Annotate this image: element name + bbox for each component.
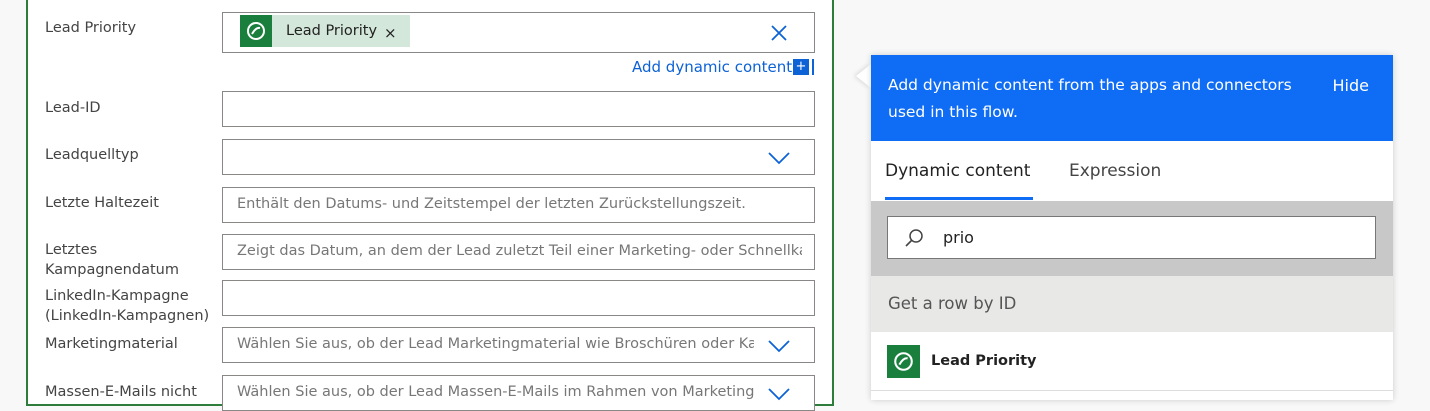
search-input[interactable]: prio <box>887 216 1376 259</box>
field-placeholder: Wählen Sie aus, ob der Lead Marketingmat… <box>237 336 754 352</box>
field-label-linkedin-kampagne: LinkedIn-Kampagne (LinkedIn-Kampagnen) <box>45 286 209 326</box>
panel-header: Add dynamic content from the apps and co… <box>871 55 1393 141</box>
dataverse-icon <box>887 345 920 378</box>
label-line: Letztes <box>45 242 98 258</box>
search-value: prio <box>943 228 974 247</box>
marketingmaterial-select[interactable]: Wählen Sie aus, ob der Lead Marketingmat… <box>222 327 815 363</box>
field-label-leadquelltyp: Leadquelltyp <box>45 147 139 163</box>
chevron-down-icon[interactable] <box>768 151 790 165</box>
field-placeholder: Enthält den Datums- und Zeitstempel der … <box>237 196 746 212</box>
tab-expression[interactable]: Expression <box>1069 161 1161 181</box>
token-label: Lead Priority <box>286 23 378 39</box>
label-line: (LinkedIn-Kampagnen) <box>45 308 210 324</box>
lead-id-input[interactable] <box>222 91 815 127</box>
clear-icon[interactable] <box>770 24 788 42</box>
field-label-letzte-haltezeit: Letzte Haltezeit <box>45 195 159 211</box>
field-placeholder: Zeigt das Datum, an dem der Lead zuletzt… <box>237 243 802 259</box>
field-label-letztes-kampagnendatum: Letztes Kampagnendatum <box>45 240 179 280</box>
add-dynamic-content-link[interactable]: Add dynamic content <box>632 58 792 76</box>
search-icon <box>905 229 923 247</box>
letzte-haltezeit-input[interactable]: Enthält den Datums- und Zeitstempel der … <box>222 187 815 223</box>
dynamic-content-panel: Add dynamic content from the apps and co… <box>871 55 1393 400</box>
dynamic-token[interactable]: Lead Priority × <box>240 15 410 47</box>
panel-pointer <box>856 64 871 88</box>
panel-header-text: Add dynamic content from the apps and co… <box>888 76 1292 121</box>
massen-e-mails-select[interactable]: Wählen Sie aus, ob der Lead Massen-E-Mai… <box>222 375 815 411</box>
leadquelltyp-select[interactable] <box>222 139 815 175</box>
dataverse-icon <box>240 15 272 47</box>
group-header: Get a row by ID <box>871 276 1393 332</box>
active-tab-indicator <box>885 197 1033 200</box>
result-label: Lead Priority <box>931 353 1037 369</box>
divider <box>871 390 1393 391</box>
lead-priority-field[interactable]: Lead Priority × <box>222 12 815 53</box>
list-item[interactable]: Lead Priority <box>871 339 1393 387</box>
field-label-marketingmaterial: Marketingmaterial <box>45 336 178 352</box>
tab-dynamic-content[interactable]: Dynamic content <box>885 161 1030 181</box>
field-placeholder: Wählen Sie aus, ob der Lead Massen-E-Mai… <box>237 384 754 400</box>
chevron-down-icon[interactable] <box>768 387 790 401</box>
field-label-massen-e-mails: Massen-E-Mails nicht <box>45 384 197 400</box>
label-line: Kampagnendatum <box>45 262 179 278</box>
field-label-lead-priority: Lead Priority <box>45 20 137 36</box>
hide-button[interactable]: Hide <box>1333 76 1369 95</box>
label-line: LinkedIn-Kampagne <box>45 288 189 304</box>
chevron-down-icon[interactable] <box>768 339 790 353</box>
token-remove-icon[interactable]: × <box>384 24 397 42</box>
add-dynamic-content-button[interactable]: + <box>793 59 814 75</box>
group-title: Get a row by ID <box>888 294 1017 313</box>
search-area: prio <box>871 201 1393 276</box>
letztes-kampagnendatum-input[interactable]: Zeigt das Datum, an dem der Lead zuletzt… <box>222 234 815 270</box>
linkedin-kampagne-input[interactable] <box>222 280 815 316</box>
field-label-lead-id: Lead-ID <box>45 100 101 116</box>
